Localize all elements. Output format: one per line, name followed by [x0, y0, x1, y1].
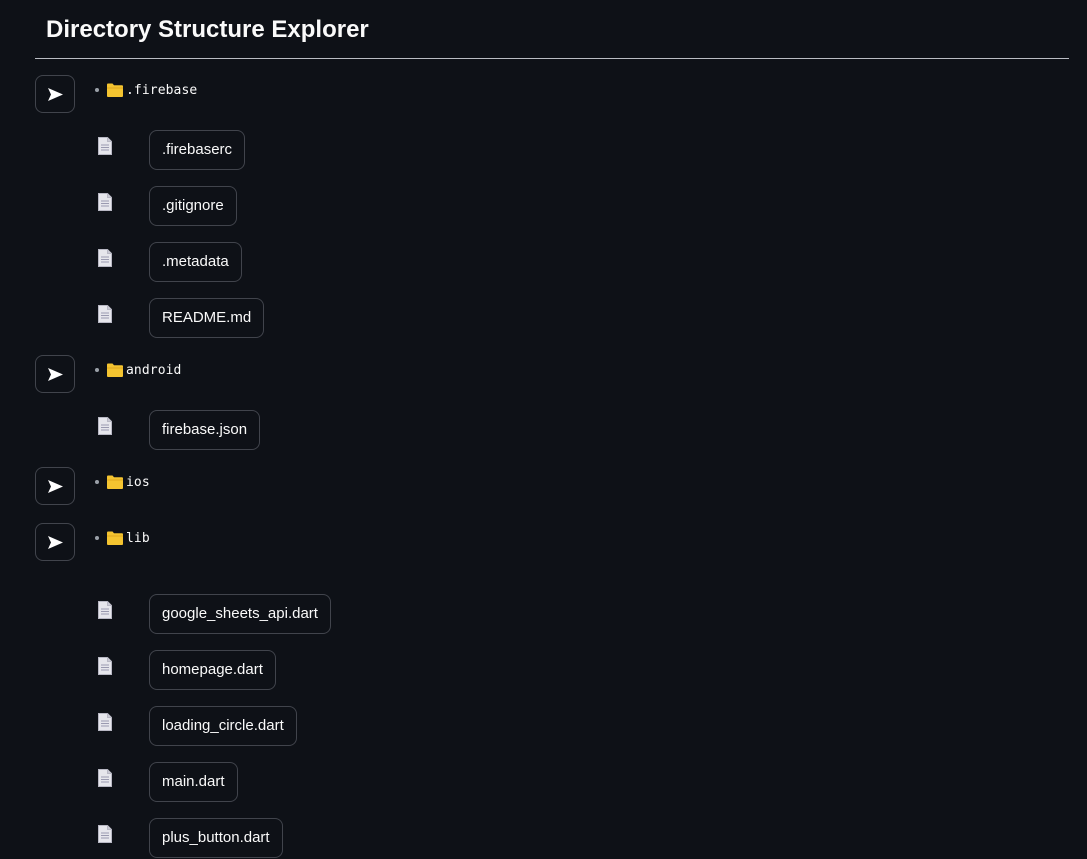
app-page: Directory Structure Explorer .firebase .…	[0, 0, 1087, 859]
file-button[interactable]: .metadata	[149, 242, 242, 282]
folder-name: ios	[126, 474, 150, 490]
folder-row: android	[95, 361, 182, 379]
file-button[interactable]: loading_circle.dart	[149, 706, 297, 746]
folder-row: ios	[95, 473, 150, 491]
arrow-right-icon	[47, 479, 63, 493]
file-icon	[98, 657, 112, 675]
file-button[interactable]: homepage.dart	[149, 650, 276, 690]
folder-icon	[107, 83, 123, 97]
expand-button-ios[interactable]	[35, 467, 75, 505]
arrow-right-icon	[47, 535, 63, 549]
expand-button-android[interactable]	[35, 355, 75, 393]
file-button[interactable]: firebase.json	[149, 410, 261, 450]
arrow-right-icon	[47, 87, 63, 101]
file-button[interactable]: .gitignore	[149, 186, 237, 226]
file-icon	[98, 769, 112, 787]
file-icon	[98, 305, 112, 323]
bullet	[95, 88, 99, 92]
folder-name: .firebase	[126, 82, 198, 98]
bullet	[95, 368, 99, 372]
file-button[interactable]: .firebaserc	[149, 130, 246, 170]
file-icon	[98, 249, 112, 267]
folder-name: lib	[126, 530, 150, 546]
file-button[interactable]: google_sheets_api.dart	[149, 594, 331, 634]
expand-button-lib[interactable]	[35, 523, 75, 561]
arrow-right-icon	[47, 367, 63, 381]
file-icon	[98, 417, 112, 435]
file-button[interactable]: plus_button.dart	[149, 818, 283, 858]
folder-icon	[107, 363, 123, 377]
bullet	[95, 536, 99, 540]
folder-name: android	[126, 362, 182, 378]
file-icon	[98, 193, 112, 211]
divider	[35, 58, 1069, 59]
expand-button-firebase[interactable]	[35, 75, 75, 113]
folder-icon	[107, 475, 123, 489]
folder-row: .firebase	[95, 81, 197, 99]
page-title: Directory Structure Explorer	[46, 16, 369, 43]
file-button[interactable]: main.dart	[149, 762, 238, 802]
bullet	[95, 480, 99, 484]
file-icon	[98, 601, 112, 619]
folder-row: lib	[95, 529, 150, 547]
file-icon	[98, 825, 112, 843]
file-icon	[98, 713, 112, 731]
folder-icon	[107, 531, 123, 545]
file-icon	[98, 137, 112, 155]
file-button[interactable]: README.md	[149, 298, 265, 338]
